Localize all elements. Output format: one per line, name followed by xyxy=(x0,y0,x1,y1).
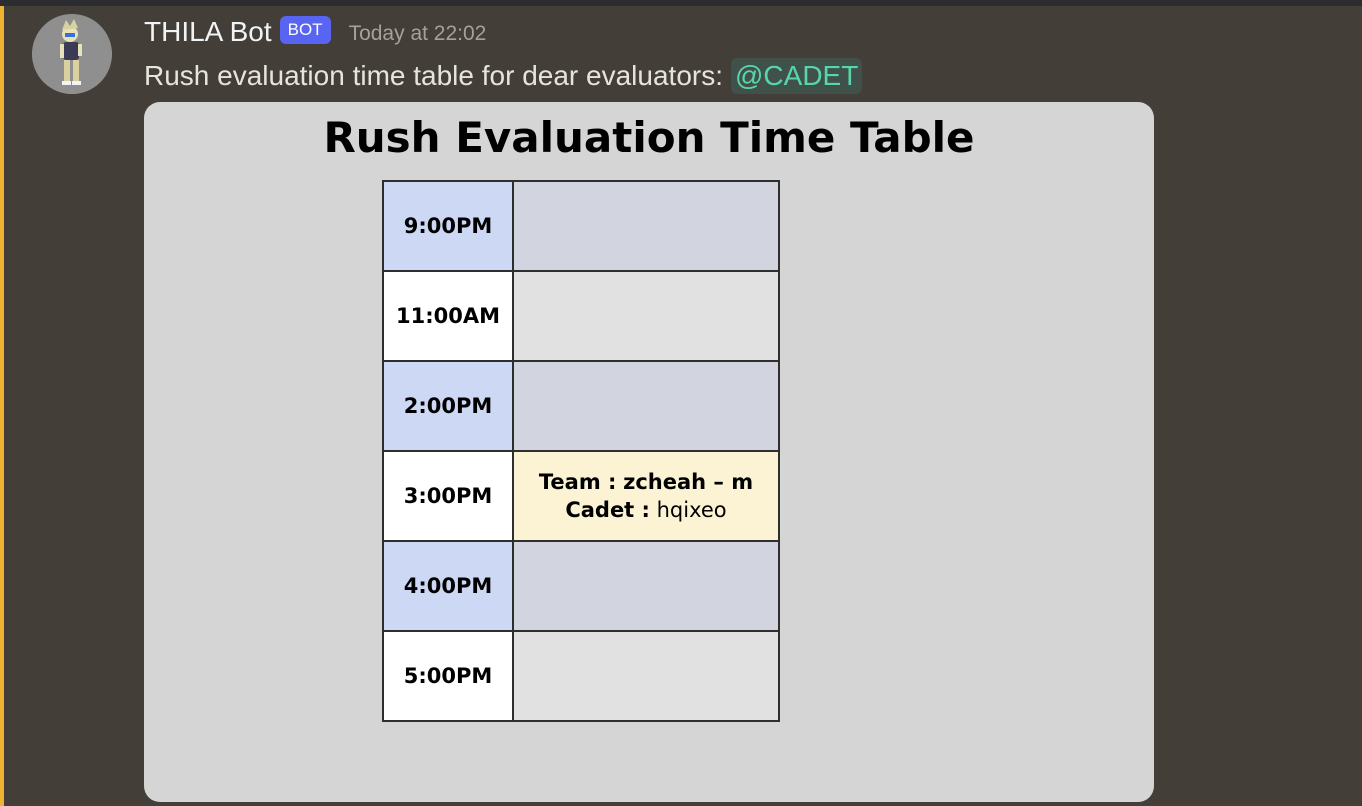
avatar[interactable] xyxy=(32,14,112,94)
cadet-label: Cadet : xyxy=(565,498,650,522)
message-content: Rush evaluation time table for dear eval… xyxy=(144,54,863,98)
time-cell: 2:00PM xyxy=(382,360,514,452)
team-line: Team : zcheah – m xyxy=(514,468,778,496)
time-cell: 3:00PM xyxy=(382,450,514,542)
table-row: 11:00AM xyxy=(382,270,780,362)
slot-cell xyxy=(512,630,780,722)
booked-slot-cell: Team : zcheah – m Cadet : hqixeo xyxy=(512,450,780,542)
table-row: 5:00PM xyxy=(382,630,780,722)
time-cell: 5:00PM xyxy=(382,630,514,722)
table-row: 2:00PM xyxy=(382,360,780,452)
time-cell: 9:00PM xyxy=(382,180,514,272)
cadet-value: hqixeo xyxy=(656,498,727,522)
time-cell: 4:00PM xyxy=(382,540,514,632)
username[interactable]: THILA Bot xyxy=(144,16,272,48)
slot-cell xyxy=(512,270,780,362)
timetable-grid: 9:00PM 11:00AM 2:00PM 3:00PM Team : zche… xyxy=(382,180,780,722)
team-value: zcheah – m xyxy=(623,470,754,494)
mention-highlight-bar xyxy=(0,6,4,806)
slot-cell xyxy=(512,540,780,632)
time-cell: 11:00AM xyxy=(382,270,514,362)
table-row: 9:00PM xyxy=(382,180,780,272)
bot-character-icon xyxy=(32,14,112,94)
timetable-image[interactable]: Rush Evaluation Time Table 9:00PM 11:00A… xyxy=(144,102,1154,802)
team-label: Team : xyxy=(538,470,617,494)
timetable-title: Rush Evaluation Time Table xyxy=(323,113,975,162)
table-row: 3:00PM Team : zcheah – m Cadet : hqixeo xyxy=(382,450,780,542)
window-top-strip xyxy=(0,0,1362,6)
slot-cell xyxy=(512,180,780,272)
slot-cell xyxy=(512,360,780,452)
role-mention[interactable]: @CADET xyxy=(731,58,863,94)
message-text: Rush evaluation time table for dear eval… xyxy=(144,60,723,91)
cadet-line: Cadet : hqixeo xyxy=(514,496,778,524)
bot-badge: BOT xyxy=(279,16,331,44)
message-header: THILA Bot BOT Today at 22:02 xyxy=(144,12,486,52)
message-timestamp[interactable]: Today at 22:02 xyxy=(349,22,487,46)
table-row: 4:00PM xyxy=(382,540,780,632)
